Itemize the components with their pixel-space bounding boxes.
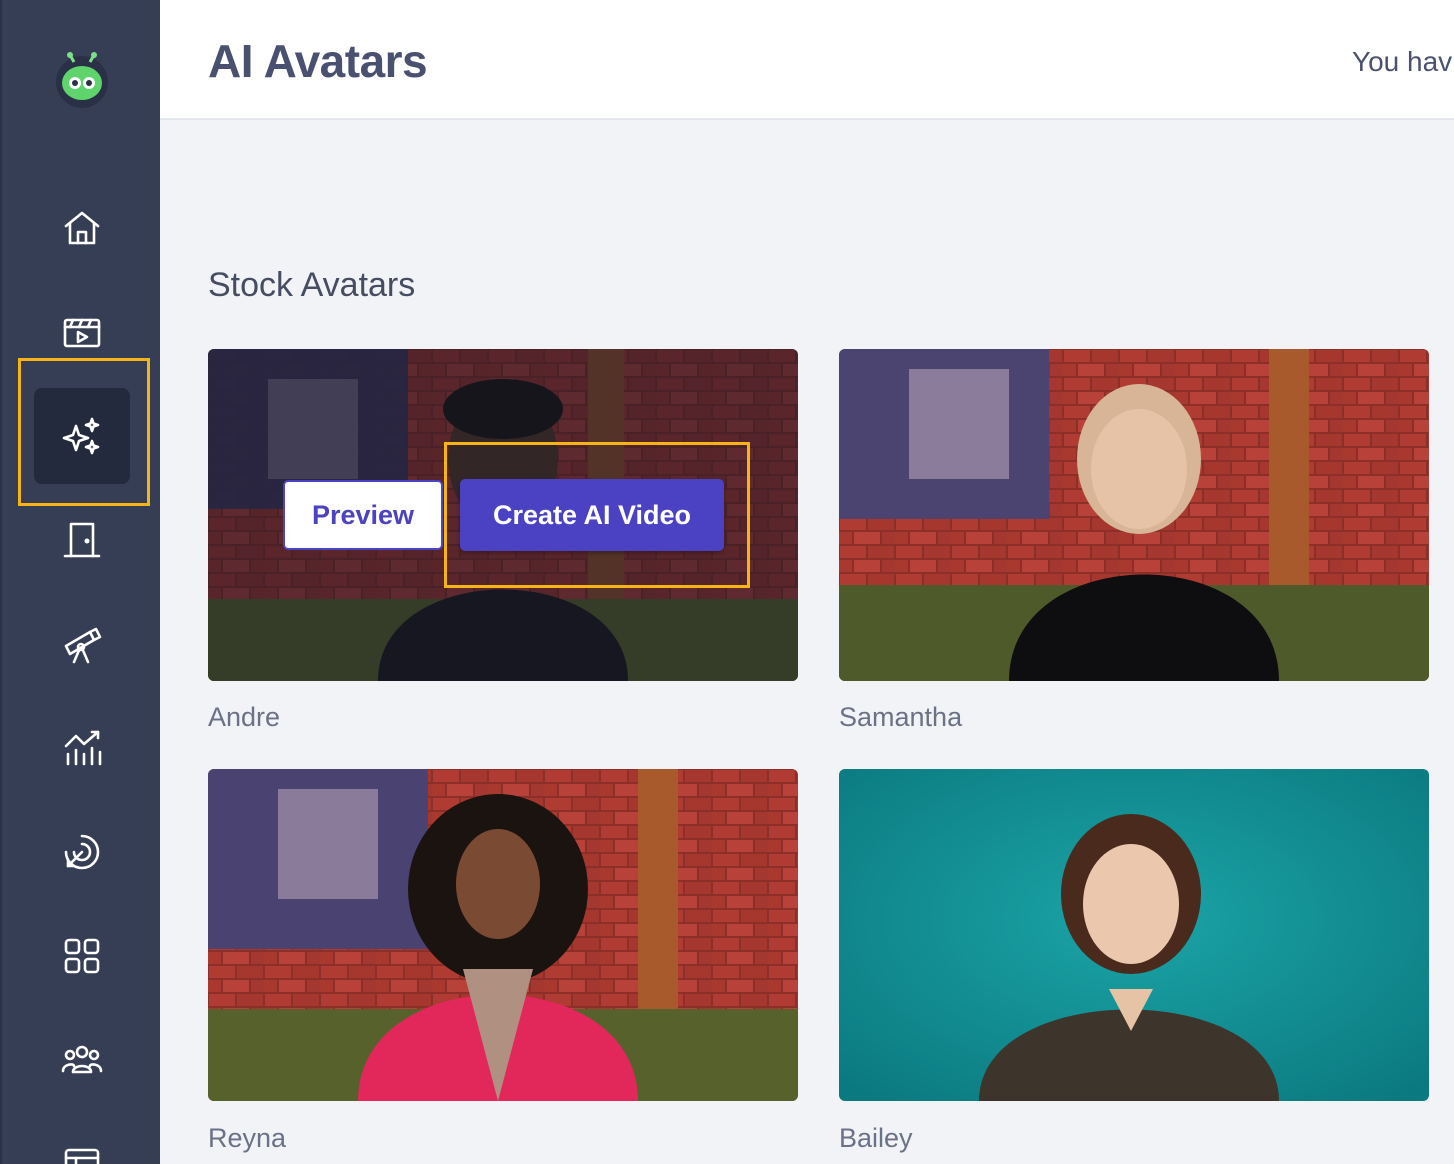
avatar-name: Reyna (208, 1123, 287, 1153)
avatar-card-reyna[interactable] (208, 769, 798, 1101)
nav-team[interactable] (34, 1012, 130, 1108)
nav-analytics[interactable] (34, 700, 130, 796)
nav-goals[interactable] (34, 804, 130, 900)
page-title: AI Avatars (208, 35, 428, 87)
avatar-thumbnail (208, 769, 798, 1101)
create-ai-video-button[interactable]: Create AI Video (460, 479, 724, 551)
avatar-name: Bailey (839, 1123, 913, 1153)
sparkles-icon (62, 417, 100, 455)
avatar-thumbnail (839, 769, 1429, 1101)
avatar-name: Samantha (839, 702, 963, 732)
nav-discover[interactable] (34, 596, 130, 692)
telescope-icon (64, 627, 102, 664)
avatar-card-samantha[interactable] (839, 349, 1429, 681)
grid-icon (64, 938, 100, 974)
nav-home[interactable] (34, 180, 130, 276)
avatar-card-bailey[interactable] (839, 769, 1429, 1101)
sidebar (0, 0, 160, 1164)
nav-layouts[interactable] (34, 1116, 130, 1164)
team-icon (61, 1045, 103, 1074)
nav-rooms[interactable] (34, 492, 130, 588)
video-clapper-icon (63, 318, 101, 348)
nav-ai-avatars[interactable] (34, 388, 130, 484)
avatar-card-andre[interactable]: Preview Create AI Video (208, 349, 798, 681)
nav-videos[interactable] (34, 284, 130, 380)
nav-integrations[interactable] (34, 908, 130, 1004)
robot-logo-icon[interactable] (54, 52, 110, 108)
door-icon (63, 522, 101, 558)
target-icon (64, 834, 100, 870)
section-title: Stock Avatars (208, 266, 416, 304)
top-header: AI Avatars You hav (160, 0, 1454, 120)
preview-button[interactable]: Preview (283, 480, 443, 550)
avatar-name: Andre (208, 702, 281, 732)
credits-text: You hav (1352, 46, 1453, 77)
layout-icon (64, 1148, 100, 1164)
analytics-icon (64, 730, 102, 766)
avatar-thumbnail (839, 349, 1429, 681)
home-icon (64, 211, 100, 245)
